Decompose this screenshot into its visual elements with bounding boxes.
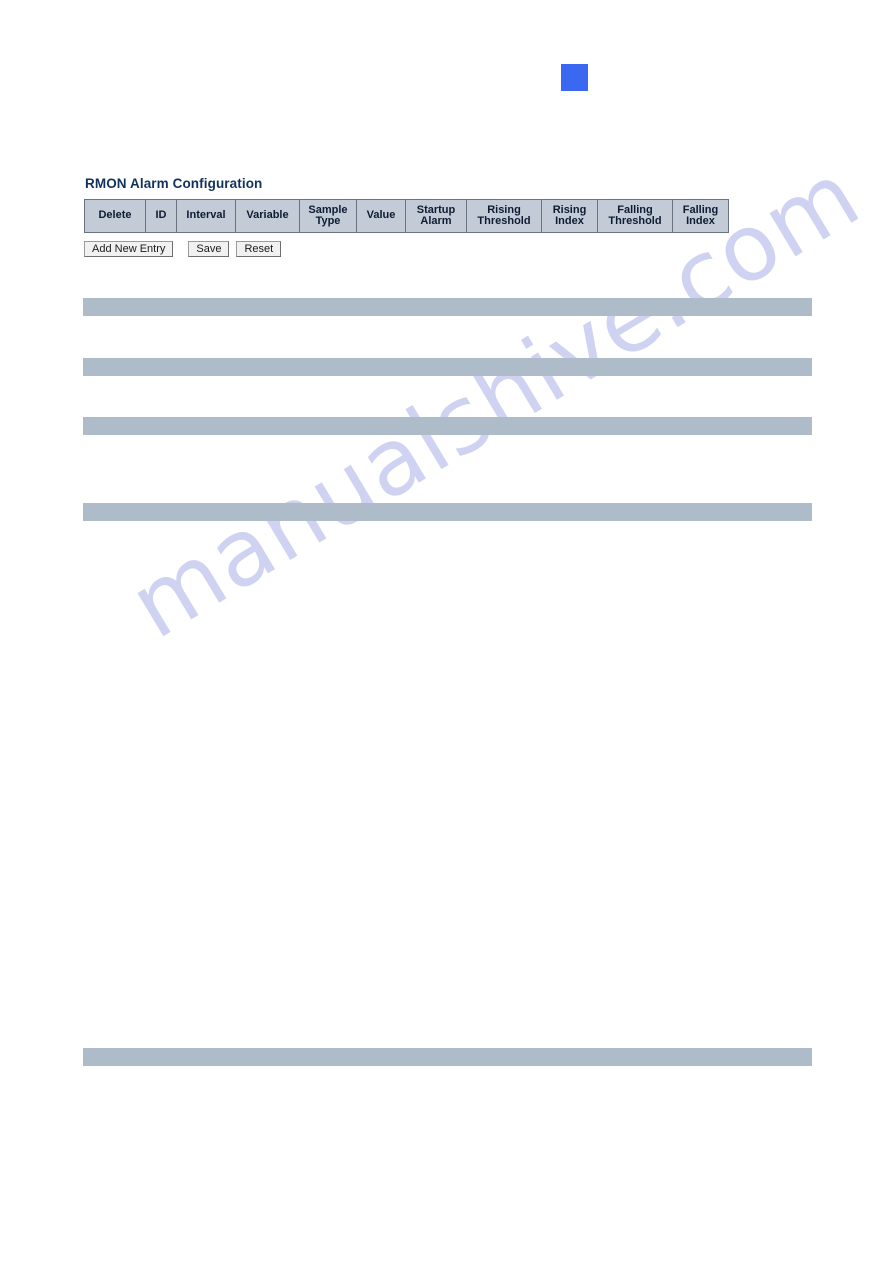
rmon-alarm-table: Delete ID Interval Variable Sample Type … [84, 199, 729, 233]
column-header-rising-threshold: Rising Threshold [466, 199, 542, 233]
document-page: manualshive.com RMON Alarm Configuration… [0, 0, 893, 1263]
column-header-startup-alarm: Startup Alarm [405, 199, 467, 233]
redacted-text-bar [83, 1048, 812, 1066]
action-button-row: Add New Entry Save Reset [84, 241, 729, 257]
blue-square-marker [561, 64, 588, 91]
redacted-text-bar [83, 503, 812, 521]
page-title: RMON Alarm Configuration [85, 176, 263, 191]
reset-button[interactable]: Reset [236, 241, 282, 257]
column-header-falling-index: Falling Index [672, 199, 729, 233]
save-button[interactable]: Save [188, 241, 230, 257]
column-header-sample-type: Sample Type [299, 199, 357, 233]
column-header-rising-index: Rising Index [541, 199, 598, 233]
table-header-row: Delete ID Interval Variable Sample Type … [84, 199, 729, 233]
column-header-id: ID [145, 199, 177, 233]
redacted-text-bar [83, 298, 812, 316]
column-header-value: Value [356, 199, 406, 233]
add-new-entry-button[interactable]: Add New Entry [84, 241, 174, 257]
column-header-falling-threshold: Falling Threshold [597, 199, 673, 233]
column-header-variable: Variable [235, 199, 300, 233]
redacted-text-bar [83, 358, 812, 376]
rmon-alarm-configuration-panel: RMON Alarm Configuration Delete ID Inter… [84, 176, 729, 257]
column-header-delete: Delete [84, 199, 146, 233]
column-header-interval: Interval [176, 199, 236, 233]
redacted-text-bar [83, 417, 812, 435]
